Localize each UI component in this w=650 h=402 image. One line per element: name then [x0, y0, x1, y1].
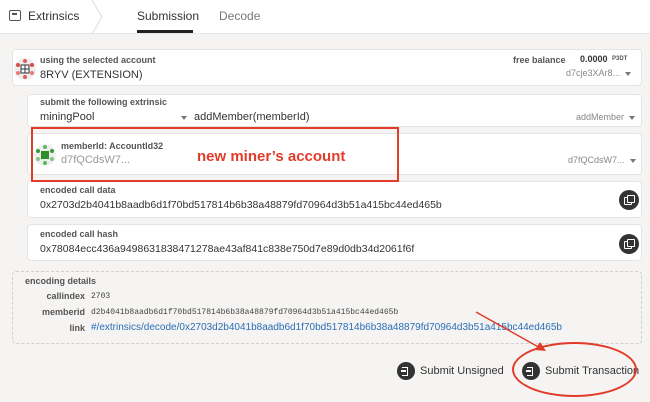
annotation-arrow: [475, 311, 546, 351]
